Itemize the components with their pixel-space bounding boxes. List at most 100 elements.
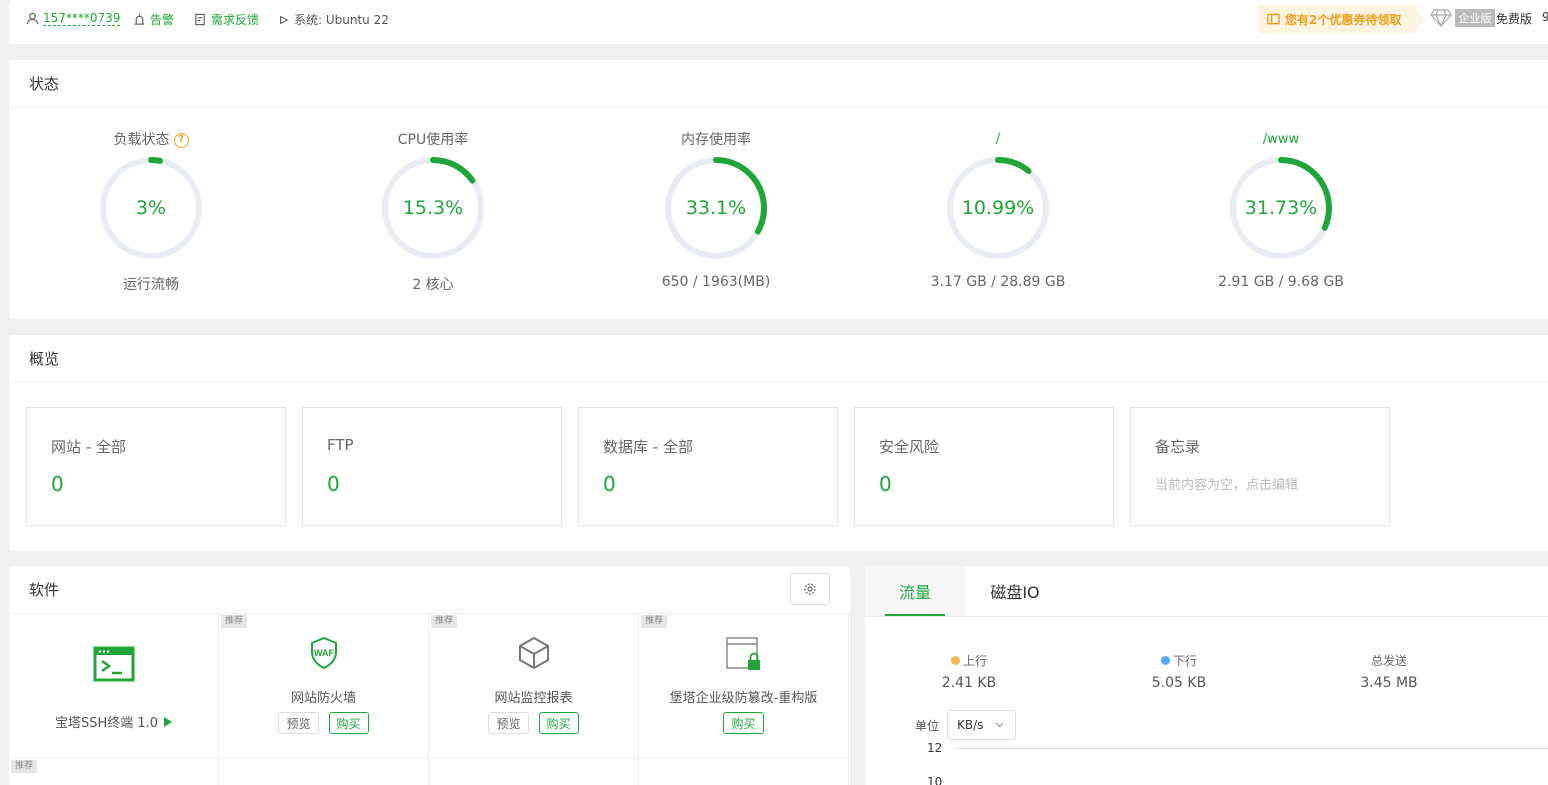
user-phone[interactable]: 157****0739: [43, 11, 121, 26]
system-info: 系统: Ubuntu 22: [278, 11, 389, 28]
gauge-memory-ring: 33.1%: [662, 154, 770, 262]
overview-websites[interactable]: 网站 - 全部 0: [26, 407, 286, 526]
traffic-panel: 流量 磁盘IO 上行 2.41 KB 下行 5.05 KB 总发送 3.45 M…: [865, 566, 1548, 785]
gauge-load-ring: 3%: [97, 154, 205, 262]
waf-buttons: 预览 购买: [219, 712, 428, 734]
waf-icon-wrap: WAF: [219, 636, 428, 670]
diamond-icon: [1430, 9, 1452, 27]
software-item-monitor[interactable]: 推荐 网站监控报表 预览 购买: [429, 614, 639, 759]
alarm-label[interactable]: 告警: [150, 11, 174, 28]
gauge-load[interactable]: 负载状态 ? 3% 运行流畅: [81, 130, 221, 294]
recommend-tag: 推荐: [641, 615, 668, 628]
gauge-memory-title: 内存使用率: [681, 132, 751, 148]
overview-security-label: 安全风险: [879, 438, 940, 456]
overview-panel: 概览 网站 - 全部 0 FTP 0 数据库 - 全部 0 安全风险 0 备忘录…: [9, 335, 1548, 551]
gauge-cpu-value: 15.3%: [402, 197, 464, 219]
status-title: 状态: [9, 60, 1548, 108]
cube-icon: [518, 636, 549, 670]
download-dot-icon: [1160, 656, 1170, 665]
alarm-link[interactable]: 告警: [133, 11, 174, 28]
alarm-icon: [134, 13, 145, 25]
free-edition-label: 免费版: [1496, 12, 1533, 26]
recommend-tag: 推荐: [431, 615, 458, 628]
coupon-banner[interactable]: 您有2个优惠券待领取: [1259, 5, 1425, 33]
buy-button[interactable]: 购买: [723, 712, 764, 734]
stat-download: 下行 5.05 KB: [1119, 652, 1239, 691]
coupon-text[interactable]: 您有2个优惠券待领取: [1285, 11, 1401, 28]
overview-websites-label: 网站 - 全部: [51, 438, 126, 456]
overview-ftp-value[interactable]: 0: [327, 472, 340, 496]
gauge-load-title: 负载状态: [113, 132, 170, 148]
software-item-ssh[interactable]: 宝塔SSH终端 1.0: [9, 614, 219, 759]
gauge-disk-root-value: 10.99%: [961, 197, 1035, 219]
feedback-label[interactable]: 需求反馈: [211, 11, 259, 28]
overview-database[interactable]: 数据库 - 全部 0: [578, 407, 838, 526]
software-waf-name: 网站防火墙: [290, 691, 356, 706]
gauge-cpu[interactable]: CPU使用率 15.3% 2 核心: [363, 130, 503, 294]
coupon-icon: [1267, 13, 1280, 25]
software-item-row2-3[interactable]: [429, 759, 639, 785]
software-item-row2-1[interactable]: 推荐: [9, 759, 219, 785]
status-panel: 状态 负载状态 ? 3% 运行流畅 CPU使用率 15.3% 2 核心 内存使用…: [9, 60, 1548, 319]
gauge-disk-root[interactable]: / 10.99% 3.17 GB / 28.89 GB: [928, 130, 1068, 290]
overview-memo-content[interactable]: 当前内容为空，点击编辑: [1155, 474, 1298, 493]
unit-select-value: KB/s: [957, 718, 984, 732]
chart-grid-line: [955, 748, 1548, 749]
gauge-disk-root-sub: 3.17 GB / 28.89 GB: [930, 274, 1066, 290]
unit-select[interactable]: KB/s: [947, 710, 1016, 740]
software-item-tamper[interactable]: 推荐 堡塔企业级防篡改-重构版 购买: [639, 614, 849, 759]
overview-security-value[interactable]: 0: [879, 472, 892, 496]
overview-title: 概览: [9, 335, 1548, 383]
terminal-icon: [93, 646, 134, 682]
software-item-row2-4[interactable]: [639, 759, 849, 785]
gauge-disk-www-title: /www: [1262, 132, 1300, 147]
software-item-row2-2[interactable]: [219, 759, 429, 785]
stat-upload-value: 2.41 KB: [941, 675, 997, 691]
gauge-memory[interactable]: 内存使用率 33.1% 650 / 1963(MB): [646, 130, 786, 290]
linux-icon: [280, 15, 289, 24]
recommend-tag: 推荐: [221, 615, 248, 628]
chart-axis-tick: 10: [927, 775, 943, 785]
overview-memo-label: 备忘录: [1155, 438, 1201, 456]
buy-button[interactable]: 购买: [538, 712, 579, 734]
gauge-memory-sub: 650 / 1963(MB): [661, 274, 771, 290]
tab-traffic[interactable]: 流量: [865, 566, 965, 616]
user-account[interactable]: 157****0739: [26, 11, 121, 26]
gauge-disk-root-title: /: [995, 132, 1001, 147]
buy-button[interactable]: 购买: [328, 712, 369, 734]
software-title: 软件: [9, 566, 850, 614]
gauge-disk-www[interactable]: /www 31.73% 2.91 GB / 9.68 GB: [1211, 130, 1351, 290]
software-item-waf[interactable]: 推荐 WAF 网站防火墙 预览 购买: [219, 614, 429, 759]
gauge-load-title-row: 负载状态 ?: [81, 130, 221, 150]
software-ssh-name: 宝塔SSH终端 1.0: [54, 716, 159, 731]
overview-ftp[interactable]: FTP 0: [302, 407, 562, 526]
top-bar: 157****0739 告警 需求反馈 系统: Ubuntu 22 您有2个优惠…: [9, 0, 1548, 44]
overview-security[interactable]: 安全风险 0: [854, 407, 1114, 526]
overview-memo[interactable]: 备忘录 当前内容为空，点击编辑: [1130, 407, 1390, 526]
unit-label: 单位: [915, 719, 940, 733]
tamper-icon-wrap: [639, 636, 848, 674]
overview-database-value[interactable]: 0: [603, 472, 616, 496]
stat-download-value: 5.05 KB: [1151, 675, 1207, 691]
gauge-load-value: 3%: [135, 197, 167, 219]
gauge-load-sub: 运行流畅: [123, 277, 179, 293]
software-panel: 软件 宝塔SSH终端 1.0 推荐 WAF 网站防火墙 预览 购买 推荐 网站监…: [9, 566, 850, 785]
overview-database-label: 数据库 - 全部: [603, 438, 693, 456]
chart-axis-tick: 12: [927, 741, 943, 755]
preview-button[interactable]: 预览: [278, 712, 319, 734]
tab-disk-io[interactable]: 磁盘IO: [965, 566, 1065, 616]
gauge-disk-www-ring: 31.73%: [1227, 154, 1335, 262]
tab-divider: [865, 616, 1548, 617]
play-icon[interactable]: [164, 716, 173, 727]
feedback-link[interactable]: 需求反馈: [194, 11, 259, 28]
help-icon[interactable]: ?: [173, 132, 189, 148]
waf-icon-text: WAF: [314, 648, 334, 658]
preview-button[interactable]: 预览: [488, 712, 529, 734]
enterprise-badge[interactable]: 企业版: [1455, 9, 1495, 27]
stat-total-value: 3.45 MB: [1360, 675, 1418, 691]
overview-ftp-label: FTP: [327, 436, 354, 454]
feedback-icon: [195, 13, 205, 26]
software-settings-button[interactable]: [790, 573, 830, 605]
overview-websites-value[interactable]: 0: [51, 472, 64, 496]
ssh-name-row: 宝塔SSH终端 1.0: [9, 712, 218, 731]
